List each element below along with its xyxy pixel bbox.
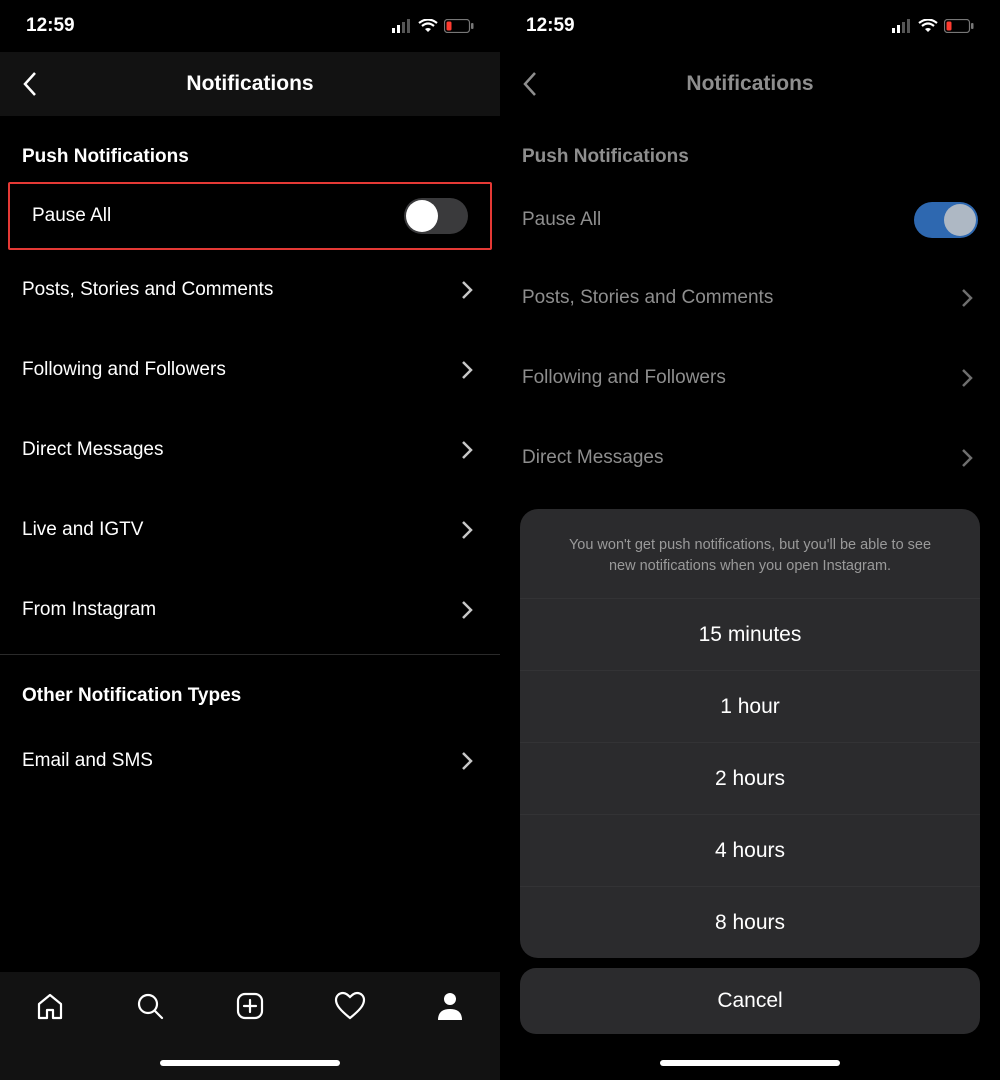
status-indicators (892, 19, 974, 33)
create-post-icon (234, 990, 266, 1022)
chevron-right-icon (456, 279, 478, 301)
nav-bar: Notifications (0, 52, 500, 116)
battery-low-icon (944, 19, 974, 33)
wifi-icon (418, 19, 438, 33)
toggle-pause-all-off[interactable] (404, 198, 468, 234)
battery-low-icon (444, 19, 474, 33)
row-posts-stories-comments[interactable]: Posts, Stories and Comments (0, 250, 500, 330)
row-email-sms[interactable]: Email and SMS (0, 721, 500, 801)
cellular-icon (392, 19, 412, 33)
tab-activity[interactable] (326, 990, 374, 1022)
row-label: Following and Followers (522, 367, 956, 389)
row-label: Direct Messages (522, 447, 956, 469)
sheet-message: You won't get push notifications, but yo… (520, 509, 980, 598)
nav-bar: Notifications (500, 52, 1000, 116)
row-following-followers[interactable]: Following and Followers (0, 330, 500, 410)
row-label-pause-all: Pause All (32, 205, 404, 227)
status-indicators (392, 19, 474, 33)
chevron-right-icon (456, 439, 478, 461)
tab-profile[interactable] (426, 990, 474, 1022)
back-button[interactable] (16, 70, 44, 98)
chevron-right-icon (456, 359, 478, 381)
row-pause-all[interactable]: Pause All (500, 182, 1000, 258)
status-bar: 12:59 (0, 0, 500, 52)
chevron-right-icon (956, 447, 978, 469)
screen-left: 12:59 Notifications Push Notifications P… (0, 0, 500, 1080)
nav-title: Notifications (686, 72, 813, 96)
row-label: From Instagram (22, 599, 456, 621)
row-label: Live and IGTV (22, 519, 456, 541)
heart-icon (333, 990, 367, 1022)
section-header-push: Push Notifications (500, 116, 1000, 182)
status-time: 12:59 (526, 15, 575, 37)
sheet-option-2-hours[interactable]: 2 hours (520, 742, 980, 814)
screen-right: 12:59 Notifications Push Notifications P… (500, 0, 1000, 1080)
chevron-right-icon (456, 599, 478, 621)
sheet-option-8-hours[interactable]: 8 hours (520, 886, 980, 958)
row-direct-messages[interactable]: Direct Messages (0, 410, 500, 490)
row-label: Email and SMS (22, 750, 456, 772)
chevron-left-icon (22, 71, 38, 97)
status-bar: 12:59 (500, 0, 1000, 52)
chevron-right-icon (456, 750, 478, 772)
tab-search[interactable] (126, 990, 174, 1022)
chevron-right-icon (956, 287, 978, 309)
wifi-icon (918, 19, 938, 33)
sheet-option-4-hours[interactable]: 4 hours (520, 814, 980, 886)
row-label: Posts, Stories and Comments (522, 287, 956, 309)
home-indicator[interactable] (160, 1060, 340, 1066)
toggle-knob (406, 200, 438, 232)
row-pause-all[interactable]: Pause All (10, 184, 490, 248)
status-time: 12:59 (26, 15, 75, 37)
row-posts-stories-comments[interactable]: Posts, Stories and Comments (500, 258, 1000, 338)
home-indicator[interactable] (660, 1060, 840, 1066)
nav-title: Notifications (186, 72, 313, 96)
toggle-pause-all-on[interactable] (914, 202, 978, 238)
sheet-option-15-minutes[interactable]: 15 minutes (520, 598, 980, 670)
tab-home[interactable] (26, 990, 74, 1022)
row-following-followers[interactable]: Following and Followers (500, 338, 1000, 418)
row-from-instagram[interactable]: From Instagram (0, 570, 500, 650)
row-live-igtv[interactable]: Live and IGTV (0, 490, 500, 570)
search-icon (134, 990, 166, 1022)
back-button[interactable] (516, 70, 544, 98)
chevron-right-icon (456, 519, 478, 541)
section-header-other: Other Notification Types (0, 655, 500, 721)
chevron-left-icon (522, 71, 538, 97)
row-label: Direct Messages (22, 439, 456, 461)
highlight-pause-all: Pause All (8, 182, 492, 250)
toggle-knob (944, 204, 976, 236)
row-label: Posts, Stories and Comments (22, 279, 456, 301)
chevron-right-icon (956, 367, 978, 389)
tab-create[interactable] (226, 990, 274, 1022)
section-header-push: Push Notifications (0, 116, 500, 182)
sheet-option-1-hour[interactable]: 1 hour (520, 670, 980, 742)
row-label-pause-all: Pause All (522, 209, 914, 231)
pause-duration-sheet: You won't get push notifications, but yo… (520, 509, 980, 958)
row-label: Following and Followers (22, 359, 456, 381)
sheet-cancel-button[interactable]: Cancel (520, 968, 980, 1034)
home-icon (34, 990, 66, 1022)
row-direct-messages[interactable]: Direct Messages (500, 418, 1000, 498)
profile-icon (435, 990, 465, 1022)
cellular-icon (892, 19, 912, 33)
